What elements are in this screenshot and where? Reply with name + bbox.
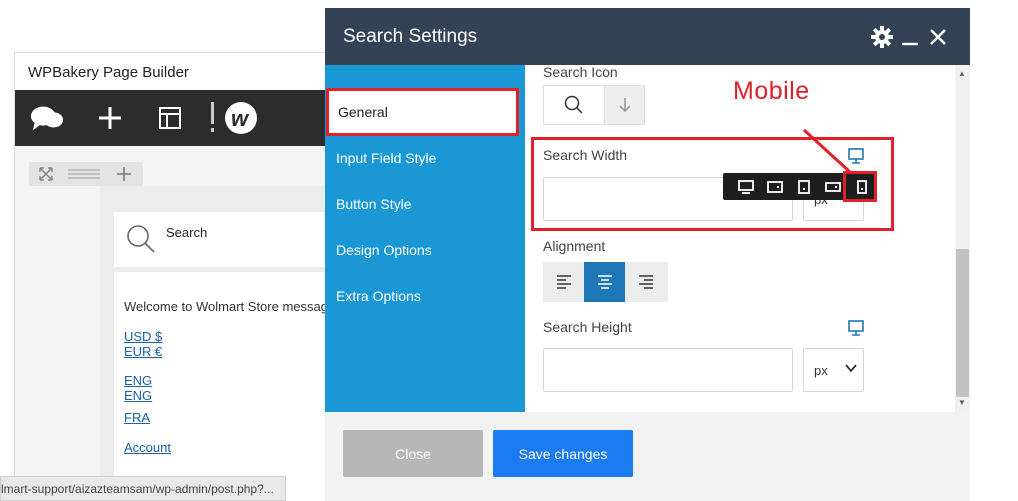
status-url: lmart-support/aizazteamsam/wp-admin/post…: [1, 482, 274, 496]
close-button[interactable]: Close: [343, 430, 483, 477]
annotation-arrow: [802, 128, 852, 174]
icon-picker-button[interactable]: [604, 85, 645, 125]
modal-scrollbar[interactable]: ▲ ▼: [955, 65, 970, 412]
search-icon-label: Search Icon: [543, 64, 618, 80]
chat-icon[interactable]: [29, 100, 65, 136]
link-eur[interactable]: EUR €: [124, 344, 162, 359]
save-changes-button[interactable]: Save changes: [493, 430, 633, 477]
alignment-label: Alignment: [543, 238, 606, 254]
link-fra[interactable]: FRA: [124, 410, 150, 425]
align-right-icon: [638, 275, 653, 289]
screen: WPBakery Page Builder w Search Welcome t…: [0, 0, 1018, 501]
tab-input-field-style-label: Input Field Style: [336, 150, 437, 166]
welcome-text: Welcome to Wolmart Store messag: [124, 299, 328, 314]
search-height-label: Search Height: [543, 319, 632, 335]
link-eng[interactable]: ENG: [124, 373, 152, 388]
annotation-mobile-label: Mobile: [733, 77, 810, 105]
builder-toolbar: w: [15, 90, 345, 146]
builder-title: WPBakery Page Builder: [28, 64, 189, 81]
builder-title-bar: WPBakery Page Builder: [14, 52, 344, 90]
add-element-icon[interactable]: [92, 100, 128, 136]
search-element-label: Search: [166, 225, 208, 240]
wolmart-logo-icon[interactable]: w: [205, 100, 265, 136]
link-account[interactable]: Account: [124, 440, 171, 455]
arrow-down-icon: [618, 98, 631, 113]
minimize-icon[interactable]: [898, 25, 922, 49]
builder-search-element[interactable]: Search: [114, 212, 344, 267]
tab-button-style[interactable]: Button Style: [325, 181, 525, 227]
link-usd[interactable]: USD $: [124, 329, 162, 344]
drag-handle-icon[interactable]: [63, 162, 105, 186]
gear-icon[interactable]: [870, 25, 894, 49]
search-height-input[interactable]: [543, 348, 793, 392]
save-changes-label: Save changes: [518, 445, 608, 462]
close-icon[interactable]: [926, 25, 950, 49]
search-icon: [564, 95, 583, 114]
search-icon-option[interactable]: [543, 85, 605, 125]
search-height-unit: px: [814, 363, 828, 378]
search-height-unit-select[interactable]: px: [803, 348, 864, 392]
scrollbar-thumb[interactable]: [956, 249, 969, 397]
alignment-control: [543, 262, 668, 302]
tab-extra-options[interactable]: Extra Options: [325, 273, 525, 319]
align-right-button[interactable]: [625, 262, 666, 302]
fullscreen-icon[interactable]: [29, 162, 63, 186]
search-icon: [127, 225, 155, 253]
link-eng-2[interactable]: ENG: [124, 388, 152, 403]
align-center-button[interactable]: [584, 262, 625, 302]
modal-header: Search Settings: [325, 8, 970, 65]
tab-extra-options-label: Extra Options: [336, 288, 421, 304]
tab-design-options-label: Design Options: [336, 242, 432, 258]
align-left-icon: [556, 275, 571, 289]
tab-button-style-label: Button Style: [336, 196, 412, 212]
add-row-icon[interactable]: [105, 162, 143, 186]
scroll-up-icon[interactable]: ▲: [958, 69, 966, 78]
align-center-icon: [597, 275, 612, 289]
scroll-down-icon[interactable]: ▼: [958, 398, 966, 407]
tab-design-options[interactable]: Design Options: [325, 227, 525, 273]
close-button-label: Close: [395, 445, 431, 462]
desktop-icon[interactable]: [847, 319, 865, 337]
modal-title: Search Settings: [343, 26, 478, 47]
chevron-down-icon: [845, 364, 857, 373]
align-left-button[interactable]: [543, 262, 584, 302]
svg-text:w: w: [231, 106, 250, 131]
annotation-box-general: [326, 88, 519, 136]
templates-icon[interactable]: [152, 100, 188, 136]
browser-status-bar: lmart-support/aizazteamsam/wp-admin/post…: [0, 476, 286, 501]
tab-input-field-style[interactable]: Input Field Style: [325, 135, 525, 181]
